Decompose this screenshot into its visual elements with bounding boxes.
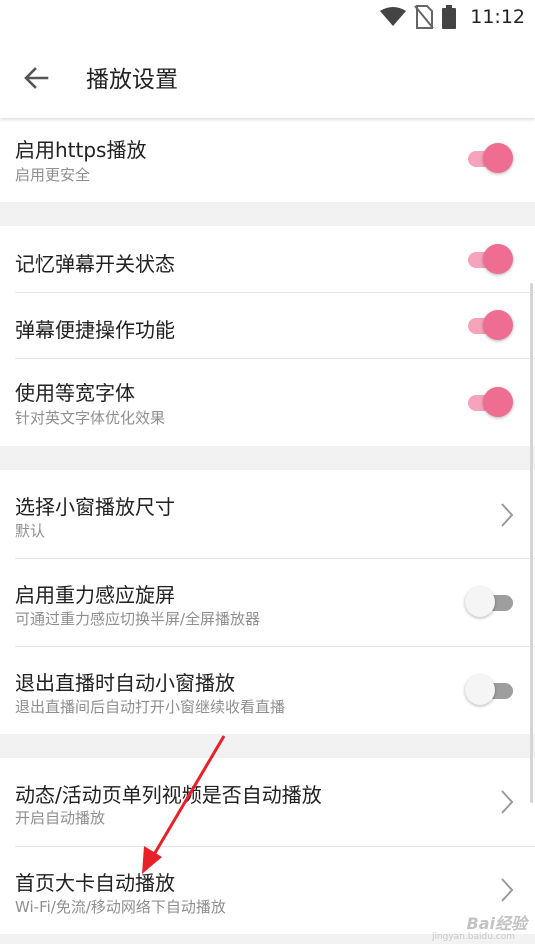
- remember-danmaku-toggle[interactable]: [465, 242, 513, 276]
- setting-title: 弹幕便捷操作功能: [15, 318, 175, 342]
- scrollbar[interactable]: [530, 283, 533, 803]
- toggle-thumb: [465, 587, 495, 617]
- setting-row-gravity-rotate[interactable]: 启用重力感应旋屏 可通过重力感应切换半屏/全屏播放器: [0, 559, 535, 647]
- monospace-font-toggle[interactable]: [465, 385, 513, 419]
- chevron-right-icon: [501, 878, 514, 902]
- setting-row-home-card-autoplay[interactable]: 首页大卡自动播放 Wi-Fi/免流/移动网络下自动播放: [0, 847, 535, 934]
- setting-row-live-small-window[interactable]: 退出直播时自动小窗播放 退出直播间后自动打开小窗继续收看直播: [0, 647, 535, 734]
- settings-group-danmaku: 记忆弹幕开关状态 弹幕便捷操作功能 使用等宽字体 针对英文字体优化效果: [0, 226, 535, 446]
- battery-icon: [442, 5, 457, 29]
- setting-row-https[interactable]: 启用https播放 启用更安全: [0, 118, 535, 202]
- setting-subtitle: 退出直播间后自动打开小窗继续收看直播: [15, 698, 286, 716]
- page-title: 播放设置: [86, 67, 178, 93]
- toggle-thumb: [483, 244, 513, 274]
- settings-group-window: 选择小窗播放尺寸 默认 启用重力感应旋屏 可通过重力感应切换半屏/全屏播放器 退…: [0, 470, 535, 734]
- toolbar: 播放设置: [0, 36, 535, 118]
- no-sim-icon: [414, 5, 435, 29]
- setting-subtitle: Wi-Fi/免流/移动网络下自动播放: [15, 898, 226, 916]
- toggle-thumb: [465, 675, 495, 705]
- status-icons: 11:12: [380, 4, 525, 30]
- setting-title: 启用重力感应旋屏: [15, 583, 175, 607]
- gravity-rotate-toggle[interactable]: [465, 585, 513, 619]
- status-time: 11:12: [470, 6, 525, 28]
- watermark-url: jingyan.baidu.com: [431, 932, 515, 942]
- setting-subtitle: 针对英文字体优化效果: [15, 409, 166, 427]
- setting-title: 选择小窗播放尺寸: [15, 495, 175, 519]
- setting-title: 记忆弹幕开关状态: [15, 252, 175, 276]
- setting-title: 使用等宽字体: [15, 381, 135, 405]
- wifi-icon: [380, 7, 407, 26]
- setting-title: 启用https播放: [15, 138, 147, 162]
- setting-row-monospace-font[interactable]: 使用等宽字体 针对英文字体优化效果: [0, 359, 535, 446]
- arrow-left-icon: [24, 67, 49, 89]
- setting-title: 动态/活动页单列视频是否自动播放: [15, 783, 322, 807]
- back-button[interactable]: [16, 58, 56, 98]
- setting-subtitle: 默认: [15, 522, 46, 540]
- settings-group-autoplay: 动态/活动页单列视频是否自动播放 开启自动播放 首页大卡自动播放 Wi-Fi/免…: [0, 758, 535, 934]
- setting-row-small-window-size[interactable]: 选择小窗播放尺寸 默认: [0, 470, 535, 559]
- https-toggle[interactable]: [465, 141, 513, 175]
- setting-row-danmaku-shortcut[interactable]: 弹幕便捷操作功能: [0, 293, 535, 359]
- setting-title: 退出直播时自动小窗播放: [15, 671, 235, 695]
- setting-subtitle: 可通过重力感应切换半屏/全屏播放器: [15, 610, 261, 628]
- toggle-thumb: [483, 310, 513, 340]
- chevron-right-icon: [501, 503, 514, 527]
- setting-row-feed-autoplay[interactable]: 动态/活动页单列视频是否自动播放 开启自动播放: [0, 758, 535, 847]
- chevron-right-icon: [501, 790, 514, 814]
- watermark-logo: Bai经验: [466, 914, 527, 933]
- setting-row-remember-danmaku[interactable]: 记忆弹幕开关状态: [0, 226, 535, 293]
- setting-subtitle: 开启自动播放: [15, 809, 106, 827]
- setting-title: 首页大卡自动播放: [15, 871, 175, 895]
- settings-group-https: 启用https播放 启用更安全: [0, 118, 535, 202]
- live-small-window-toggle[interactable]: [465, 673, 513, 707]
- danmaku-shortcut-toggle[interactable]: [465, 308, 513, 342]
- toggle-thumb: [483, 387, 513, 417]
- status-bar: 11:12: [0, 0, 535, 36]
- setting-subtitle: 启用更安全: [15, 166, 91, 184]
- toggle-thumb: [483, 143, 513, 173]
